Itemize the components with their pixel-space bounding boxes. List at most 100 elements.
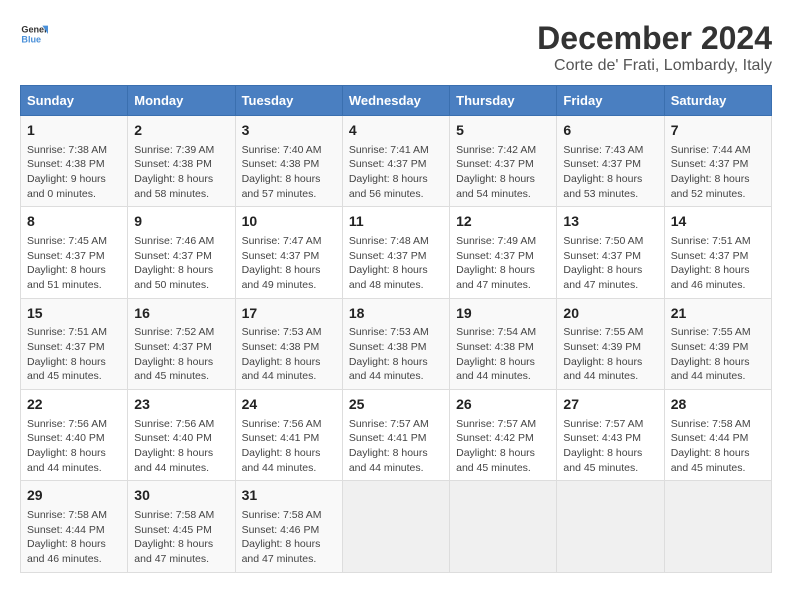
- day-number: 7: [671, 121, 765, 141]
- day-number: 18: [349, 304, 443, 324]
- day-info: Sunrise: 7:57 AM Sunset: 4:42 PM Dayligh…: [456, 417, 550, 476]
- day-info: Sunrise: 7:56 AM Sunset: 4:40 PM Dayligh…: [134, 417, 228, 476]
- day-number: 3: [242, 121, 336, 141]
- calendar-cell: 24Sunrise: 7:56 AM Sunset: 4:41 PM Dayli…: [235, 390, 342, 481]
- calendar-cell: [557, 481, 664, 572]
- title-area: December 2024 Corte de' Frati, Lombardy,…: [537, 20, 772, 75]
- calendar-cell: 8Sunrise: 7:45 AM Sunset: 4:37 PM Daylig…: [21, 207, 128, 298]
- day-info: Sunrise: 7:53 AM Sunset: 4:38 PM Dayligh…: [349, 325, 443, 384]
- day-number: 15: [27, 304, 121, 324]
- calendar-table: SundayMondayTuesdayWednesdayThursdayFrid…: [20, 85, 772, 573]
- day-number: 12: [456, 212, 550, 232]
- calendar-cell: 23Sunrise: 7:56 AM Sunset: 4:40 PM Dayli…: [128, 390, 235, 481]
- day-number: 10: [242, 212, 336, 232]
- day-number: 19: [456, 304, 550, 324]
- weekday-header: Monday: [128, 86, 235, 116]
- weekday-header: Sunday: [21, 86, 128, 116]
- calendar-cell: 15Sunrise: 7:51 AM Sunset: 4:37 PM Dayli…: [21, 298, 128, 389]
- calendar-cell: 14Sunrise: 7:51 AM Sunset: 4:37 PM Dayli…: [664, 207, 771, 298]
- calendar-cell: 16Sunrise: 7:52 AM Sunset: 4:37 PM Dayli…: [128, 298, 235, 389]
- calendar-cell: 21Sunrise: 7:55 AM Sunset: 4:39 PM Dayli…: [664, 298, 771, 389]
- day-info: Sunrise: 7:53 AM Sunset: 4:38 PM Dayligh…: [242, 325, 336, 384]
- day-info: Sunrise: 7:51 AM Sunset: 4:37 PM Dayligh…: [27, 325, 121, 384]
- day-info: Sunrise: 7:55 AM Sunset: 4:39 PM Dayligh…: [563, 325, 657, 384]
- day-number: 6: [563, 121, 657, 141]
- day-info: Sunrise: 7:50 AM Sunset: 4:37 PM Dayligh…: [563, 234, 657, 293]
- calendar-cell: 5Sunrise: 7:42 AM Sunset: 4:37 PM Daylig…: [450, 116, 557, 207]
- subtitle: Corte de' Frati, Lombardy, Italy: [537, 57, 772, 75]
- weekday-header: Thursday: [450, 86, 557, 116]
- calendar-week-row: 8Sunrise: 7:45 AM Sunset: 4:37 PM Daylig…: [21, 207, 772, 298]
- calendar-cell: 1Sunrise: 7:38 AM Sunset: 4:38 PM Daylig…: [21, 116, 128, 207]
- calendar-cell: [664, 481, 771, 572]
- day-info: Sunrise: 7:49 AM Sunset: 4:37 PM Dayligh…: [456, 234, 550, 293]
- day-number: 27: [563, 395, 657, 415]
- day-info: Sunrise: 7:58 AM Sunset: 4:45 PM Dayligh…: [134, 508, 228, 567]
- day-info: Sunrise: 7:57 AM Sunset: 4:41 PM Dayligh…: [349, 417, 443, 476]
- day-info: Sunrise: 7:41 AM Sunset: 4:37 PM Dayligh…: [349, 143, 443, 202]
- day-number: 22: [27, 395, 121, 415]
- calendar-cell: [450, 481, 557, 572]
- calendar-week-row: 15Sunrise: 7:51 AM Sunset: 4:37 PM Dayli…: [21, 298, 772, 389]
- day-info: Sunrise: 7:38 AM Sunset: 4:38 PM Dayligh…: [27, 143, 121, 202]
- day-number: 31: [242, 486, 336, 506]
- day-info: Sunrise: 7:44 AM Sunset: 4:37 PM Dayligh…: [671, 143, 765, 202]
- day-number: 11: [349, 212, 443, 232]
- day-info: Sunrise: 7:54 AM Sunset: 4:38 PM Dayligh…: [456, 325, 550, 384]
- calendar-cell: 9Sunrise: 7:46 AM Sunset: 4:37 PM Daylig…: [128, 207, 235, 298]
- calendar-week-row: 1Sunrise: 7:38 AM Sunset: 4:38 PM Daylig…: [21, 116, 772, 207]
- day-number: 14: [671, 212, 765, 232]
- weekday-header: Tuesday: [235, 86, 342, 116]
- day-number: 20: [563, 304, 657, 324]
- day-info: Sunrise: 7:56 AM Sunset: 4:41 PM Dayligh…: [242, 417, 336, 476]
- calendar-cell: 13Sunrise: 7:50 AM Sunset: 4:37 PM Dayli…: [557, 207, 664, 298]
- day-number: 4: [349, 121, 443, 141]
- calendar-cell: 25Sunrise: 7:57 AM Sunset: 4:41 PM Dayli…: [342, 390, 449, 481]
- calendar-body: 1Sunrise: 7:38 AM Sunset: 4:38 PM Daylig…: [21, 116, 772, 573]
- calendar-cell: 7Sunrise: 7:44 AM Sunset: 4:37 PM Daylig…: [664, 116, 771, 207]
- day-info: Sunrise: 7:46 AM Sunset: 4:37 PM Dayligh…: [134, 234, 228, 293]
- day-number: 24: [242, 395, 336, 415]
- day-number: 23: [134, 395, 228, 415]
- calendar-cell: 30Sunrise: 7:58 AM Sunset: 4:45 PM Dayli…: [128, 481, 235, 572]
- day-number: 21: [671, 304, 765, 324]
- day-info: Sunrise: 7:48 AM Sunset: 4:37 PM Dayligh…: [349, 234, 443, 293]
- day-info: Sunrise: 7:52 AM Sunset: 4:37 PM Dayligh…: [134, 325, 228, 384]
- day-number: 16: [134, 304, 228, 324]
- day-number: 30: [134, 486, 228, 506]
- day-info: Sunrise: 7:42 AM Sunset: 4:37 PM Dayligh…: [456, 143, 550, 202]
- calendar-cell: 20Sunrise: 7:55 AM Sunset: 4:39 PM Dayli…: [557, 298, 664, 389]
- day-info: Sunrise: 7:55 AM Sunset: 4:39 PM Dayligh…: [671, 325, 765, 384]
- day-info: Sunrise: 7:58 AM Sunset: 4:46 PM Dayligh…: [242, 508, 336, 567]
- day-info: Sunrise: 7:40 AM Sunset: 4:38 PM Dayligh…: [242, 143, 336, 202]
- calendar-cell: [342, 481, 449, 572]
- calendar-cell: 29Sunrise: 7:58 AM Sunset: 4:44 PM Dayli…: [21, 481, 128, 572]
- day-info: Sunrise: 7:56 AM Sunset: 4:40 PM Dayligh…: [27, 417, 121, 476]
- calendar-cell: 27Sunrise: 7:57 AM Sunset: 4:43 PM Dayli…: [557, 390, 664, 481]
- day-info: Sunrise: 7:39 AM Sunset: 4:38 PM Dayligh…: [134, 143, 228, 202]
- logo-icon: General Blue: [20, 20, 48, 48]
- day-info: Sunrise: 7:58 AM Sunset: 4:44 PM Dayligh…: [27, 508, 121, 567]
- calendar-cell: 4Sunrise: 7:41 AM Sunset: 4:37 PM Daylig…: [342, 116, 449, 207]
- header: General Blue December 2024 Corte de' Fra…: [20, 20, 772, 75]
- day-number: 9: [134, 212, 228, 232]
- main-title: December 2024: [537, 20, 772, 57]
- day-number: 2: [134, 121, 228, 141]
- logo: General Blue: [20, 20, 48, 48]
- calendar-cell: 18Sunrise: 7:53 AM Sunset: 4:38 PM Dayli…: [342, 298, 449, 389]
- calendar-cell: 11Sunrise: 7:48 AM Sunset: 4:37 PM Dayli…: [342, 207, 449, 298]
- day-number: 17: [242, 304, 336, 324]
- calendar-cell: 26Sunrise: 7:57 AM Sunset: 4:42 PM Dayli…: [450, 390, 557, 481]
- day-number: 8: [27, 212, 121, 232]
- day-info: Sunrise: 7:58 AM Sunset: 4:44 PM Dayligh…: [671, 417, 765, 476]
- weekday-header: Saturday: [664, 86, 771, 116]
- calendar-cell: 2Sunrise: 7:39 AM Sunset: 4:38 PM Daylig…: [128, 116, 235, 207]
- day-info: Sunrise: 7:57 AM Sunset: 4:43 PM Dayligh…: [563, 417, 657, 476]
- day-info: Sunrise: 7:47 AM Sunset: 4:37 PM Dayligh…: [242, 234, 336, 293]
- calendar-cell: 12Sunrise: 7:49 AM Sunset: 4:37 PM Dayli…: [450, 207, 557, 298]
- weekday-header: Friday: [557, 86, 664, 116]
- calendar-cell: 31Sunrise: 7:58 AM Sunset: 4:46 PM Dayli…: [235, 481, 342, 572]
- calendar-week-row: 22Sunrise: 7:56 AM Sunset: 4:40 PM Dayli…: [21, 390, 772, 481]
- calendar-cell: 19Sunrise: 7:54 AM Sunset: 4:38 PM Dayli…: [450, 298, 557, 389]
- day-number: 25: [349, 395, 443, 415]
